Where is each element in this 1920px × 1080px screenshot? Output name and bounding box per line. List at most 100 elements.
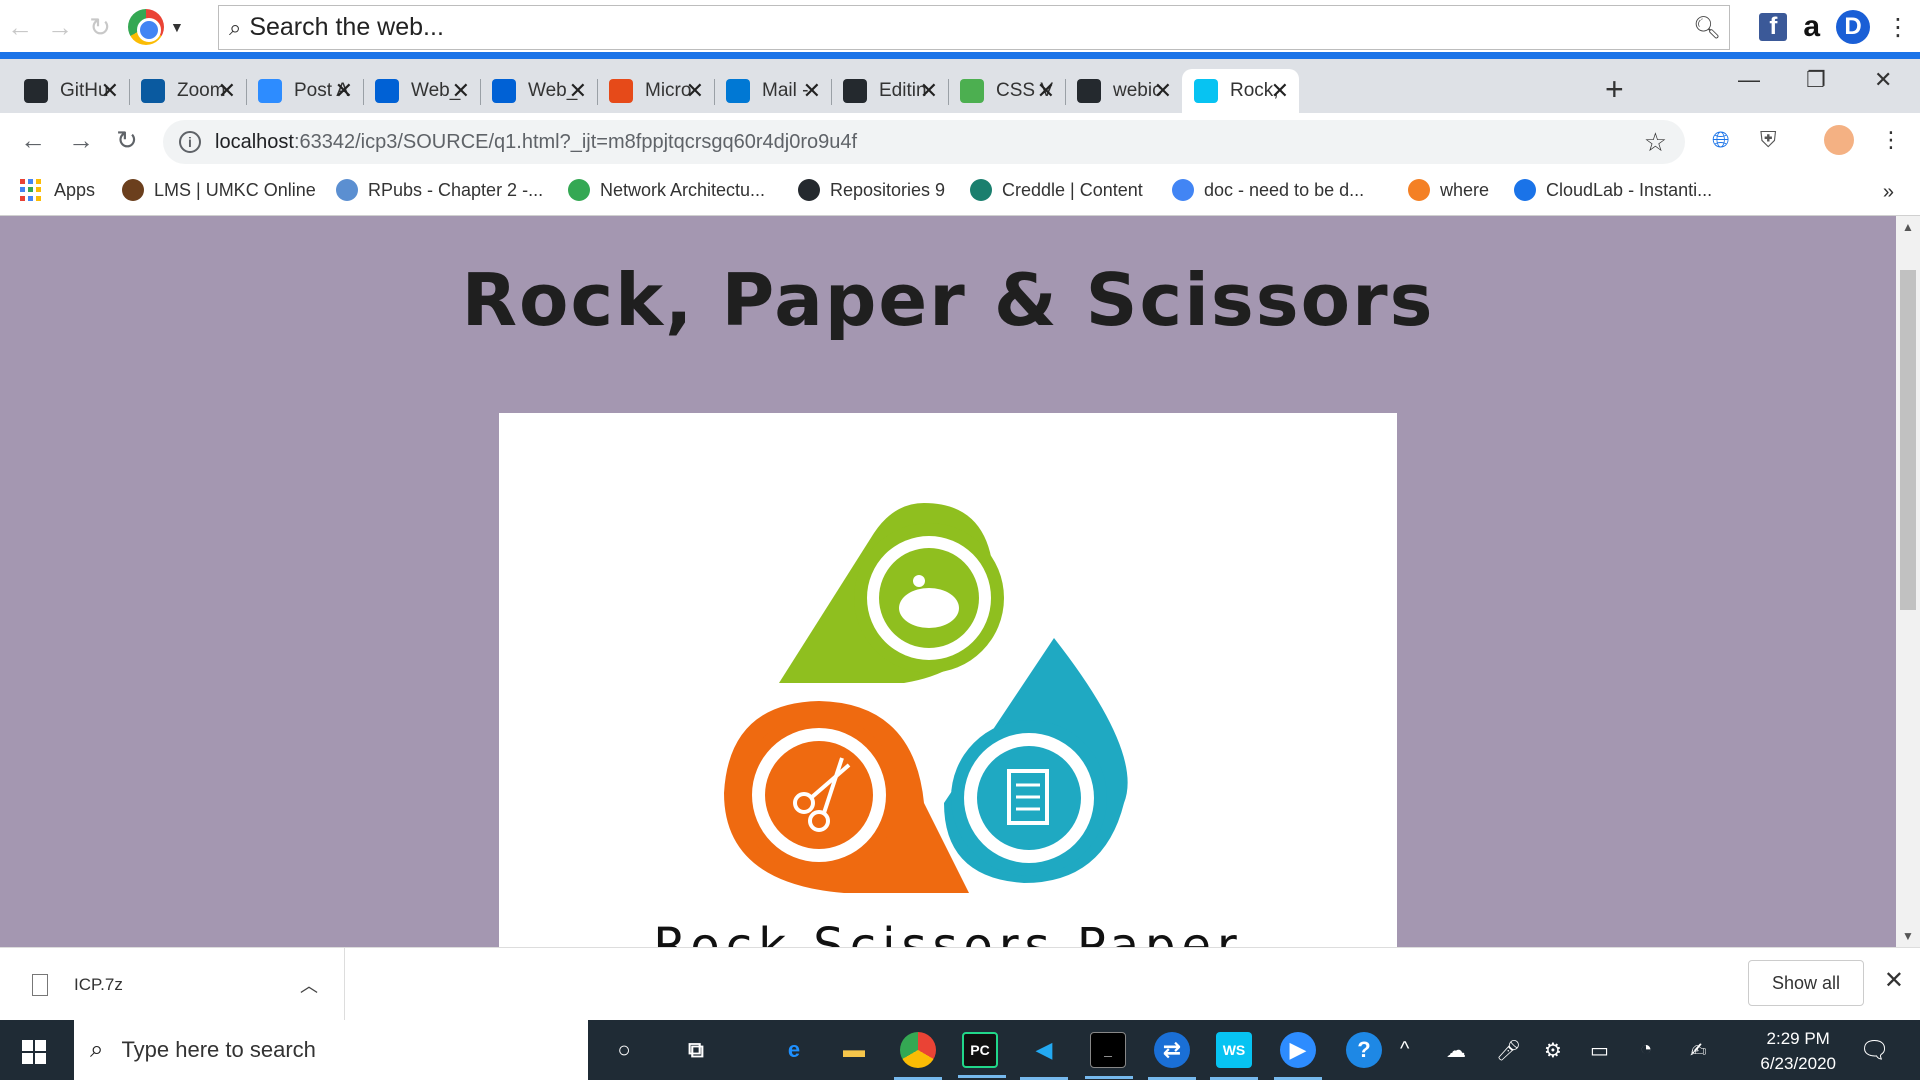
bookmark-0[interactable]: Apps (20, 179, 95, 201)
settings-tray-icon[interactable]: ⚙ (1544, 1038, 1562, 1063)
tab-4[interactable]: Web_ ✕ (480, 69, 598, 113)
teamviewer-icon[interactable]: ⇄ (1148, 1032, 1196, 1080)
tab-3[interactable]: Web_ ✕ (363, 69, 481, 113)
vscode-icon[interactable]: ◀ (1020, 1032, 1068, 1080)
github-icon (798, 179, 820, 201)
tab-8[interactable]: CSS V ✕ (948, 69, 1066, 113)
address-bar[interactable]: i localhost:63342/icp3/SOURCE/q1.html?_i… (163, 120, 1685, 164)
zoom-search-icon[interactable]: 🔍︎ (1693, 15, 1721, 41)
restore-icon[interactable]: ❐ (1806, 67, 1826, 93)
page-scrollbar[interactable]: ▲ ▼ (1896, 216, 1920, 947)
chrome-taskbar-icon[interactable] (894, 1032, 942, 1080)
search-icon: ⌕ (90, 1036, 104, 1063)
file-explorer-icon[interactable]: ▬ (836, 1032, 872, 1068)
close-tab-icon[interactable]: ✕ (686, 78, 704, 104)
pen-icon[interactable]: ✍ (1690, 1038, 1707, 1063)
avatar[interactable] (1824, 125, 1854, 155)
close-tab-icon[interactable]: ✕ (335, 78, 353, 104)
task-view-icon[interactable]: ⧉ (678, 1032, 714, 1068)
toolbar-forward-icon[interactable]: → (40, 0, 80, 54)
bookmark-label: where (1440, 179, 1490, 200)
tray-chevron-icon[interactable]: ^ (1400, 1038, 1409, 1061)
shield-extension-icon[interactable]: ⛨ (1760, 127, 1777, 153)
facebook-icon[interactable]: f (1759, 13, 1788, 41)
webstorm-icon[interactable]: WS (1210, 1032, 1258, 1080)
file-icon (32, 973, 48, 996)
tab-5[interactable]: Micro ✕ (597, 69, 715, 113)
close-tab-icon[interactable]: ✕ (218, 78, 236, 104)
scroll-down-icon[interactable]: ▼ (1902, 929, 1914, 943)
tab-7[interactable]: Editin ✕ (831, 69, 949, 113)
close-tab-icon[interactable]: ✕ (803, 78, 821, 104)
taskbar-search[interactable]: ⌕ Type here to search (74, 1020, 588, 1080)
wifi-icon[interactable]: ◔ (1640, 1038, 1652, 1061)
bookmark-2[interactable]: RPubs - Chapter 2 -... (336, 179, 543, 201)
bookmark-6[interactable]: doc - need to be d... (1172, 179, 1364, 201)
chrome-logo-icon[interactable] (128, 9, 164, 45)
amazon-icon[interactable]: a (1803, 10, 1820, 44)
reload-icon[interactable]: ↻ (116, 125, 138, 156)
toolbar-accent-line (0, 52, 1920, 59)
tab-2[interactable]: Post A ✕ (246, 69, 364, 113)
new-tab-icon[interactable]: + (1605, 71, 1624, 108)
pycharm-icon[interactable]: PC (958, 1032, 1006, 1078)
toolbar-back-icon[interactable]: ← (0, 0, 40, 54)
web-search-box[interactable]: ⌕ Search the web... 🔍︎ (218, 5, 1730, 50)
url-text[interactable]: localhost:63342/icp3/SOURCE/q1.html?_ijt… (215, 131, 857, 154)
scroll-thumb[interactable] (1900, 270, 1916, 610)
toolbar-menu-icon[interactable]: ⋮ (1886, 13, 1910, 42)
tab-0[interactable]: GitHu ✕ (12, 69, 130, 113)
tab-10[interactable]: Rock, ✕ (1182, 69, 1299, 113)
help-icon[interactable]: ? (1346, 1032, 1382, 1068)
close-tab-icon[interactable]: ✕ (1037, 78, 1055, 104)
bookmark-label: doc - need to be d... (1204, 179, 1365, 200)
download-item[interactable]: ICP.7z ︿ (0, 948, 345, 1021)
terminal-icon[interactable]: _ (1085, 1032, 1133, 1079)
forward-icon[interactable]: → (68, 125, 94, 156)
profile-d-icon[interactable]: D (1836, 10, 1870, 44)
show-all-button[interactable]: Show all (1748, 960, 1864, 1006)
bookmark-1[interactable]: LMS | UMKC Online (122, 179, 316, 201)
more-bookmarks-icon[interactable]: » (1883, 181, 1894, 204)
bookmark-5[interactable]: Creddle | Content (970, 179, 1143, 201)
tab-6[interactable]: Mail - ✕ (714, 69, 832, 113)
bookmark-7[interactable]: where (1408, 179, 1489, 201)
site-info-icon[interactable]: i (179, 131, 201, 153)
tab-9[interactable]: webic ✕ (1065, 69, 1183, 113)
bookmark-4[interactable]: Repositories 9 (798, 179, 945, 201)
toolbar-reload-icon[interactable]: ↻ (80, 0, 120, 54)
bookmark-star-icon[interactable]: ☆ (1644, 127, 1667, 158)
chevron-up-icon[interactable]: ︿ (300, 972, 318, 998)
close-window-icon[interactable]: ✕ (1874, 67, 1892, 93)
back-icon[interactable]: ← (20, 125, 46, 156)
bookmark-3[interactable]: Network Architectu... (568, 179, 765, 201)
close-tab-icon[interactable]: ✕ (1154, 78, 1172, 104)
bookmark-8[interactable]: CloudLab - Instanti... (1514, 179, 1712, 201)
zoom-taskbar-icon[interactable]: ▶ (1274, 1032, 1322, 1080)
battery-icon[interactable]: ▭ (1590, 1038, 1609, 1063)
microphone-icon[interactable]: 🎤︎ (1496, 1038, 1521, 1063)
notifications-icon[interactable]: 🗨︎ (1860, 1036, 1890, 1065)
logo-caption: Rock Scissors Paper (653, 918, 1243, 947)
download-filename[interactable]: ICP.7z (74, 975, 123, 995)
translate-extension-icon[interactable]: 🌐︎ (1712, 127, 1730, 153)
close-tab-icon[interactable]: ✕ (569, 78, 587, 104)
tab-1[interactable]: Zoom ✕ (129, 69, 247, 113)
cloudlab-icon (1514, 179, 1536, 201)
close-tab-icon[interactable]: ✕ (1271, 78, 1289, 104)
cortana-icon[interactable]: ○ (606, 1032, 642, 1068)
chevron-down-icon[interactable]: ▼ (170, 19, 184, 35)
scroll-up-icon[interactable]: ▲ (1902, 220, 1914, 234)
edge-icon[interactable]: e (776, 1032, 812, 1068)
close-tab-icon[interactable]: ✕ (101, 78, 119, 104)
taskbar: ⌕ Type here to search ○ ⧉ e ▬ PC ◀ _ ⇄ W… (0, 1020, 1920, 1080)
close-tab-icon[interactable]: ✕ (920, 78, 938, 104)
close-shelf-icon[interactable]: ✕ (1884, 966, 1904, 995)
chrome-menu-icon[interactable]: ⋮ (1880, 127, 1902, 153)
close-tab-icon[interactable]: ✕ (452, 78, 470, 104)
clock-time: 2:29 PM (1766, 1029, 1830, 1048)
minimize-icon[interactable]: — (1738, 67, 1760, 93)
onedrive-icon[interactable]: ☁ (1446, 1038, 1466, 1063)
windows-start-icon[interactable] (22, 1040, 46, 1064)
taskbar-clock[interactable]: 2:29 PM 6/23/2020 (1760, 1026, 1836, 1076)
